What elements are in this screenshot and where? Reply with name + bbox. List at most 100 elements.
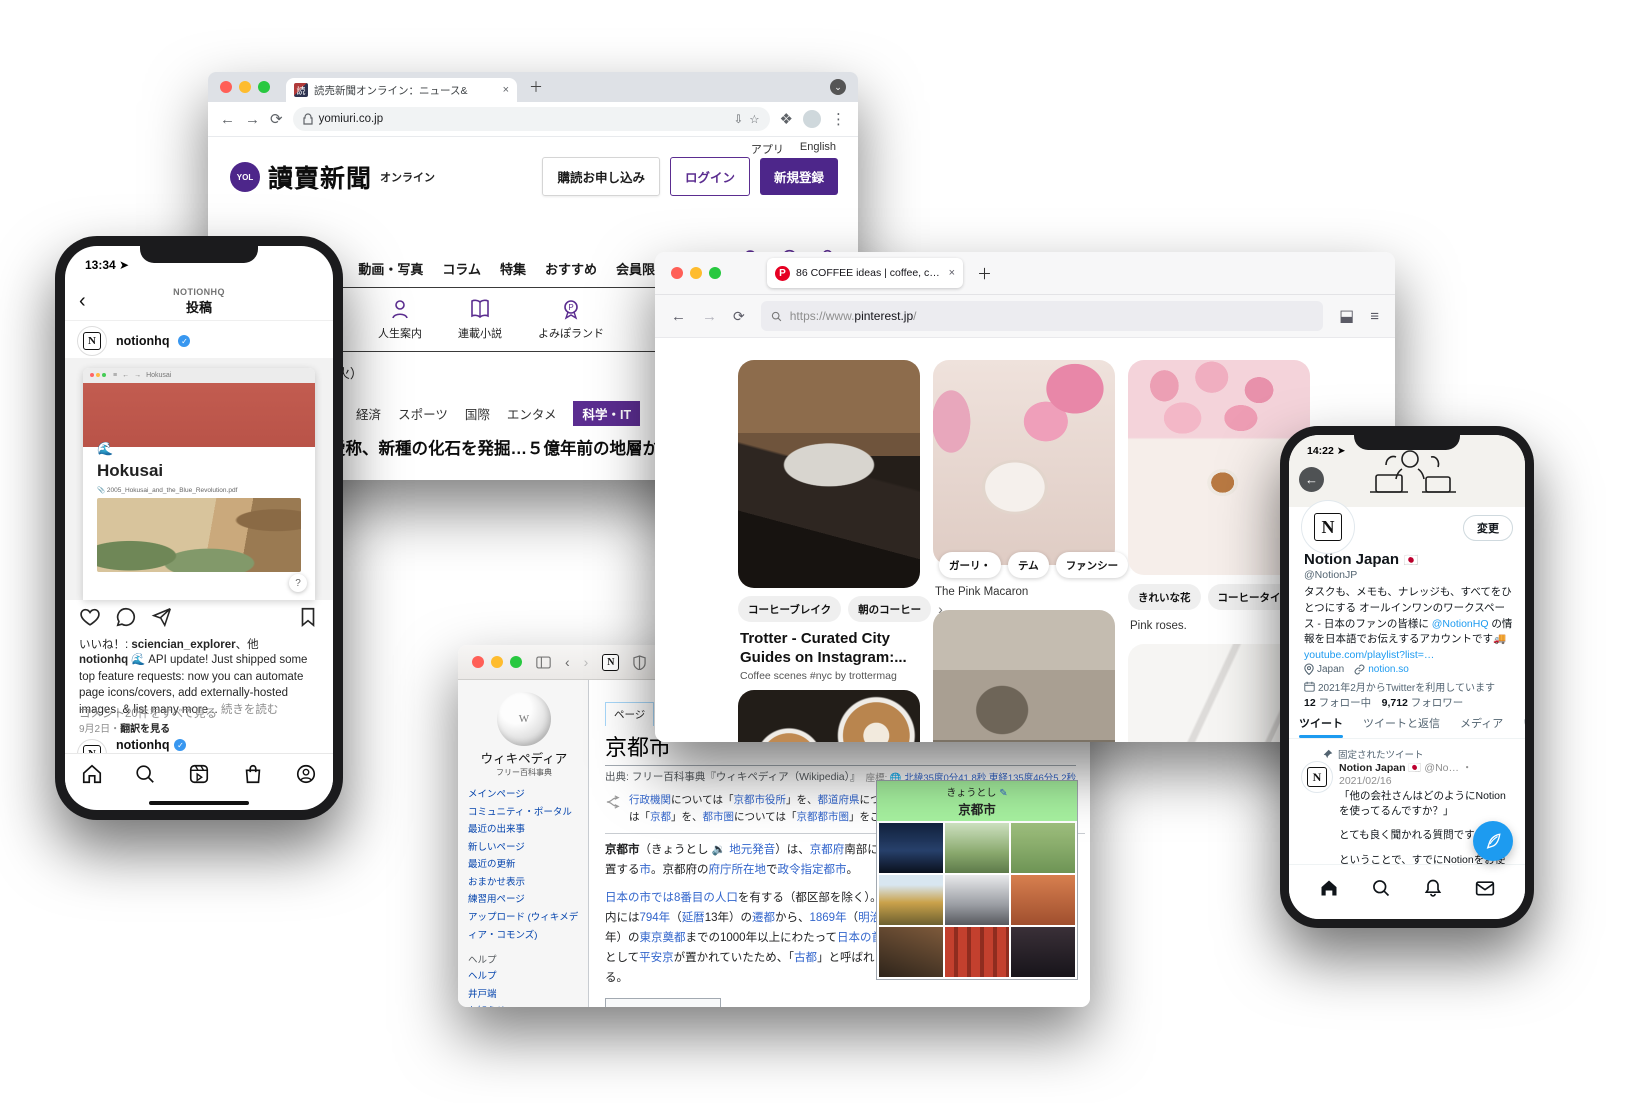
tab-search-icon[interactable]: ⌄	[830, 79, 846, 95]
back-icon[interactable]: ←	[671, 308, 686, 325]
zoom-button[interactable]	[258, 81, 270, 93]
wikipedia-globe-logo[interactable]: W	[497, 692, 551, 746]
tab-replies[interactable]: ツイートと返信	[1353, 715, 1450, 738]
help-bubble[interactable]: ?	[289, 574, 307, 592]
tag-pill[interactable]: ファンシー	[1056, 552, 1129, 578]
new-tab-icon[interactable]: ＋	[529, 77, 543, 97]
nav-column[interactable]: コラム	[442, 259, 481, 278]
bookmark-star-icon[interactable]: ☆	[749, 112, 759, 126]
bookmark-icon[interactable]	[297, 606, 319, 628]
next-post-username[interactable]: notionhq	[116, 738, 169, 752]
tag-pill[interactable]: テム	[1008, 552, 1049, 578]
sidebar-link-newpages[interactable]: 新しいページ	[468, 839, 580, 857]
category-tab-selected[interactable]: 科学・IT	[573, 401, 640, 426]
share-icon[interactable]	[151, 606, 173, 628]
tab-likes[interactable]: いいね	[1513, 715, 1525, 738]
forward-icon[interactable]: →	[245, 111, 260, 128]
quicklink-novel[interactable]: 連載小説	[458, 297, 502, 341]
category-tab[interactable]: スポーツ	[398, 404, 448, 423]
shop-icon[interactable]	[242, 763, 264, 785]
post-date[interactable]: 9月2日・翻訳を見る	[79, 720, 170, 735]
register-button[interactable]: 新規登録	[760, 158, 838, 195]
firefox-menu-icon[interactable]: ≡	[1370, 308, 1379, 325]
reels-icon[interactable]	[188, 763, 210, 785]
profile-avatar[interactable]: N	[1302, 501, 1354, 553]
sidebar-link-recent[interactable]: 最近の更新	[468, 856, 580, 874]
send-to-device-icon[interactable]: ⇩	[734, 112, 744, 126]
browser-tab[interactable]: P 86 COFFEE ideas | coffee, coffe ×	[767, 258, 963, 288]
category-tab[interactable]: エンタメ	[507, 404, 557, 423]
sidebar-link-upload[interactable]: アップロード (ウィキメディア・コモンズ)	[468, 909, 580, 944]
shield-icon[interactable]	[633, 655, 646, 670]
nav-feature[interactable]: 特集	[500, 259, 526, 278]
new-tab-icon[interactable]: ＋	[977, 263, 992, 284]
browser-tab[interactable]: 読 読売新聞オンライン：ニュース& ×	[286, 78, 517, 102]
app-link[interactable]: アプリ	[751, 141, 784, 157]
tab-media[interactable]: メディア	[1450, 715, 1513, 738]
post-image[interactable]: ≡ ← → Hokusai 🌊 Hokusai 📎 2005_Hokusai_a…	[65, 358, 333, 600]
nav-video[interactable]: 動画・写真	[358, 259, 423, 278]
tab-close-icon[interactable]: ×	[949, 267, 955, 279]
compose-tweet-button[interactable]	[1473, 821, 1513, 861]
subscribe-button[interactable]: 購読お申し込み	[542, 157, 660, 196]
pin-caption[interactable]: Pink roses.	[1130, 620, 1187, 632]
minimize-button[interactable]	[690, 267, 702, 279]
address-bar[interactable]: https://www.pinterest.jp/	[761, 301, 1323, 331]
tag-pill[interactable]: きれいな花	[1128, 584, 1201, 610]
close-button[interactable]	[472, 656, 484, 668]
comment-icon[interactable]	[115, 606, 137, 628]
reload-icon[interactable]: ⟳	[270, 110, 283, 128]
search-icon[interactable]	[1371, 878, 1391, 898]
zoom-button[interactable]	[709, 267, 721, 279]
notifications-icon[interactable]	[1423, 878, 1443, 898]
sidebar-link-random[interactable]: おまかせ表示	[468, 874, 580, 892]
yomiuri-logo[interactable]: YOL 讀賣新聞 オンライン	[230, 159, 435, 195]
avatar[interactable]: N	[77, 326, 107, 356]
pin-image-newspaper[interactable]	[738, 360, 920, 588]
nav-recommend[interactable]: おすすめ	[545, 259, 597, 278]
pin-caption[interactable]: The Pink Macaron	[935, 586, 1028, 598]
home-icon[interactable]	[81, 763, 103, 785]
follow-stats[interactable]: 12 フォロー中 9,712 フォロワー	[1304, 695, 1463, 710]
sidebar-link-current[interactable]: 最近の出来事	[468, 821, 580, 839]
back-chevron-icon[interactable]: ‹	[79, 290, 86, 313]
tab-page[interactable]: ページ	[605, 702, 654, 726]
minimize-button[interactable]	[491, 656, 503, 668]
sidebar-link-help[interactable]: ヘルプ	[468, 968, 580, 986]
close-button[interactable]	[220, 81, 232, 93]
tab-tweets[interactable]: ツイート	[1289, 715, 1353, 738]
back-icon[interactable]: ←	[220, 111, 235, 128]
close-button[interactable]	[671, 267, 683, 279]
profile-website-link[interactable]: notion.so	[1354, 664, 1409, 675]
pin-image-pink-macaron[interactable]	[933, 360, 1115, 565]
likes-row[interactable]: いいね！: sciencian_explorer、他	[79, 636, 321, 652]
pocket-icon[interactable]: ⬓	[1339, 306, 1354, 326]
sidebar-link-pump[interactable]: 井戸端	[468, 986, 580, 1004]
category-tab[interactable]: 国際	[465, 404, 490, 423]
login-button[interactable]: ログイン	[670, 157, 750, 196]
home-indicator[interactable]	[149, 801, 249, 805]
sidebar-icon[interactable]	[536, 656, 551, 669]
sidebar-link-community[interactable]: コミュニティ・ポータル	[468, 804, 580, 822]
pin-image-teapot[interactable]	[933, 610, 1115, 742]
reload-icon[interactable]: ⟳	[733, 308, 745, 325]
category-tab[interactable]: 経済	[356, 404, 381, 423]
quicklink-advice[interactable]: 人生案内	[378, 297, 422, 341]
tweet-avatar[interactable]: N	[1301, 761, 1333, 793]
sidebar-link-sandbox[interactable]: 練習用ページ	[468, 891, 580, 909]
profile-icon[interactable]	[295, 763, 317, 785]
profile-avatar[interactable]	[803, 110, 821, 128]
attachment-link[interactable]: 📎 2005_Hokusai_and_the_Blue_Revolution.p…	[97, 486, 301, 494]
forward-icon[interactable]: ›	[584, 654, 589, 670]
quicklink-yomipo[interactable]: P よみぽランド	[538, 297, 604, 341]
view-comments-link[interactable]: コメント20件をすべて見る	[79, 705, 217, 721]
extensions-icon[interactable]: ❖	[780, 110, 793, 128]
tag-pill[interactable]: 朝のコーヒー	[848, 596, 931, 622]
notion-extension-icon[interactable]: N	[602, 654, 619, 671]
tag-pill[interactable]: ガーリ・	[939, 552, 1001, 578]
home-icon[interactable]	[1319, 878, 1339, 898]
tab-close-icon[interactable]: ×	[503, 84, 509, 96]
back-icon[interactable]: ‹	[565, 654, 570, 670]
address-bar[interactable]: yomiuri.co.jp ⇩ ☆	[293, 107, 770, 131]
edit-profile-button[interactable]: 変更	[1463, 515, 1513, 541]
